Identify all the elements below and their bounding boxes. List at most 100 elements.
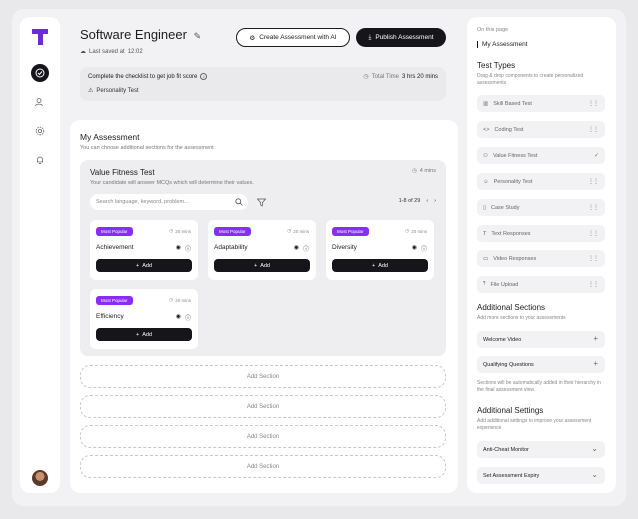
- test-type-file-upload[interactable]: ⤒ File Upload ⋮⋮: [477, 276, 605, 293]
- most-popular-badge: Most Popular: [96, 227, 133, 236]
- publish-button[interactable]: ⤓ Publish Assessment: [356, 28, 446, 47]
- test-type-personality[interactable]: ☺ Personality Test ⋮⋮: [477, 173, 605, 190]
- drag-handle-icon[interactable]: ⋮⋮: [588, 281, 599, 288]
- section-time: ◷ 4 mins: [412, 168, 436, 174]
- additional-sections-subtitle: Add more sections to your assessments: [477, 315, 566, 321]
- page-title: Software Engineer ✎: [80, 27, 201, 42]
- download-icon: ⤓: [368, 33, 372, 41]
- filter-button[interactable]: [253, 194, 269, 210]
- card-name: Diversity: [332, 244, 357, 251]
- clock-icon: ◷: [169, 228, 174, 233]
- chevron-right-icon[interactable]: ›: [434, 198, 436, 204]
- checklist-item-label: Personality Test: [96, 87, 139, 94]
- add-button[interactable]: + Add: [96, 259, 192, 272]
- nav-rail: [20, 17, 60, 493]
- main-panel: Software Engineer ✎ ☁ Last saved at 12:0…: [70, 17, 458, 493]
- add-button[interactable]: + Add: [96, 328, 192, 341]
- eye-icon[interactable]: ◉: [412, 244, 417, 253]
- plus-icon[interactable]: +: [593, 334, 598, 343]
- drag-handle-icon[interactable]: ⋮⋮: [588, 178, 599, 185]
- page-title-text: Software Engineer: [80, 27, 187, 42]
- on-page-link[interactable]: My Assessment: [477, 41, 528, 48]
- qualifying-questions-item[interactable]: Qualifying Questions +: [477, 356, 605, 373]
- search-input[interactable]: Search language, keyword, problem...: [90, 194, 248, 210]
- drag-handle-icon[interactable]: ⋮⋮: [588, 100, 599, 107]
- card-time: ◷ 20 mins: [287, 228, 309, 234]
- info-icon[interactable]: ⓘ: [185, 313, 191, 322]
- plus-icon[interactable]: +: [593, 359, 598, 368]
- pagination: 1-8 of 29 ‹ ›: [399, 198, 436, 204]
- assessment-nav-icon[interactable]: [31, 64, 49, 82]
- setting-label: Set Assessment Expiry: [483, 472, 540, 479]
- upload-icon: ⤒: [483, 281, 486, 287]
- card-time-value: 20 mins: [411, 228, 427, 234]
- drag-handle-icon[interactable]: ⋮⋮: [588, 126, 599, 133]
- card-name: Achievement: [96, 244, 134, 251]
- additional-sections-title: Additional Sections: [477, 303, 546, 312]
- settings-icon[interactable]: [31, 122, 49, 140]
- add-section-slot[interactable]: Add Section: [80, 365, 446, 388]
- add-button[interactable]: + Add: [332, 259, 428, 272]
- test-type-text-responses[interactable]: T Text Responses ⋮⋮: [477, 225, 605, 242]
- drag-handle-icon[interactable]: ⋮⋮: [588, 204, 599, 211]
- smile-icon: ☺: [483, 178, 489, 185]
- test-type-value-fitness[interactable]: ⚇ Value Fitness Test ✓: [477, 147, 605, 164]
- test-card: Most Popular ◷ 20 mins Diversity ◉ ⓘ + Add: [326, 220, 434, 280]
- test-type-case-study[interactable]: ▯ Case Study ⋮⋮: [477, 199, 605, 216]
- section-title: Value Fitness Test: [90, 168, 155, 177]
- edit-icon[interactable]: ✎: [194, 31, 202, 41]
- welcome-video-item[interactable]: Welcome Video +: [477, 331, 605, 348]
- create-with-ai-button[interactable]: ⚙ Create Assessment with AI: [236, 28, 350, 47]
- checklist-item[interactable]: ⚠ Personality Test: [88, 87, 139, 95]
- test-type-skill-based[interactable]: ▥ Skill Based Test ⋮⋮: [477, 95, 605, 112]
- create-with-ai-label: Create Assessment with AI: [259, 34, 337, 41]
- add-label: Add: [142, 262, 152, 269]
- cloud-icon: ☁: [80, 49, 86, 55]
- add-section-slot[interactable]: Add Section: [80, 455, 446, 478]
- additional-section-label: Qualifying Questions: [483, 361, 534, 368]
- info-icon[interactable]: ⓘ: [303, 244, 309, 253]
- additional-section-label: Welcome Video: [483, 336, 522, 343]
- eye-icon[interactable]: ◉: [176, 244, 181, 253]
- bell-icon[interactable]: [31, 151, 49, 169]
- add-section-slot[interactable]: Add Section: [80, 395, 446, 418]
- add-button[interactable]: + Add: [214, 259, 310, 272]
- section-time-value: 4 mins: [419, 168, 436, 174]
- info-icon[interactable]: i: [200, 73, 208, 80]
- card-actions: ◉ ⓘ: [412, 244, 427, 253]
- plus-icon: +: [135, 262, 140, 269]
- test-type-label: Text Responses: [491, 230, 531, 237]
- publish-label: Publish Assessment: [375, 34, 434, 41]
- add-section-slot[interactable]: Add Section: [80, 425, 446, 448]
- eye-icon[interactable]: ◉: [294, 244, 299, 253]
- video-icon: ▭: [483, 255, 489, 262]
- users-icon[interactable]: [31, 93, 49, 111]
- expiry-dropdown[interactable]: Set Assessment Expiry ⌄: [477, 467, 605, 484]
- check-circle-icon: ✓: [593, 153, 599, 159]
- saved-status: ☁ Last saved at 12:02: [80, 48, 143, 56]
- plus-icon: +: [135, 331, 140, 338]
- saved-time: 12:02: [127, 48, 143, 55]
- test-card: Most Popular ◷ 20 mins Efficiency ◉ ⓘ + Add: [90, 289, 198, 349]
- test-type-coding[interactable]: <> Coding Test ⋮⋮: [477, 121, 605, 138]
- test-card: Most Popular ◷ 20 mins Adaptability ◉ ⓘ + A…: [208, 220, 316, 280]
- card-time: ◷ 20 mins: [405, 228, 427, 234]
- card-time-value: 20 mins: [175, 228, 191, 234]
- card-time-value: 20 mins: [293, 228, 309, 234]
- most-popular-badge: Most Popular: [96, 296, 133, 305]
- anti-cheat-dropdown[interactable]: Anti-Cheat Monitor ⌄: [477, 441, 605, 458]
- drag-handle-icon[interactable]: ⋮⋮: [588, 255, 599, 262]
- drag-handle-icon[interactable]: ⋮⋮: [588, 230, 599, 237]
- info-icon[interactable]: ⓘ: [185, 244, 191, 253]
- my-assessment-subtitle: You can choose additional sections for t…: [80, 145, 214, 151]
- card-time-value: 20 mins: [175, 297, 191, 303]
- book-icon: ▯: [483, 204, 487, 211]
- total-time-value: 3 hrs 20 mins: [401, 73, 438, 80]
- info-icon[interactable]: ⓘ: [421, 244, 427, 253]
- add-section-label: Add Section: [246, 373, 280, 380]
- avatar[interactable]: [32, 470, 48, 486]
- test-type-video-responses[interactable]: ▭ Video Responses ⋮⋮: [477, 250, 605, 267]
- eye-icon[interactable]: ◉: [176, 313, 181, 322]
- on-page-label: On this page: [477, 27, 509, 33]
- chevron-left-icon[interactable]: ‹: [426, 198, 428, 204]
